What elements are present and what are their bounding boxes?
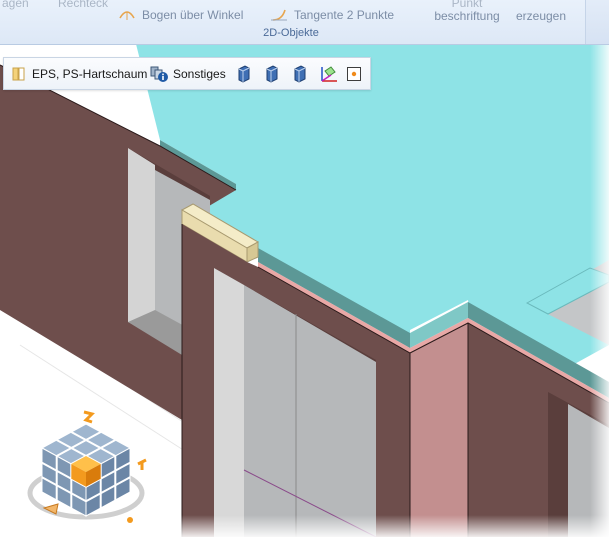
floating-toolbar: EPS, PS-Hartschaum Sonstiges — [3, 57, 371, 90]
ribbon: agen Rechteck Bogen über Winkel Tangente… — [0, 0, 609, 45]
tangent-two-points-button[interactable]: Tangente 2 Punkte — [270, 6, 420, 24]
wall-layer-icon — [238, 64, 250, 83]
ribbon-next-group — [585, 0, 609, 44]
door-reveal — [214, 268, 244, 537]
material-label: EPS, PS-Hartschaum — [32, 66, 148, 81]
material-selector[interactable]: EPS, PS-Hartschaum — [12, 58, 147, 89]
arc-icon — [119, 11, 135, 20]
info-objects-icon — [150, 66, 168, 82]
viewport-edge-fade-right — [590, 40, 609, 537]
layer-button-1[interactable] — [235, 58, 253, 89]
view-cube-home-icon[interactable] — [127, 517, 133, 523]
layer-button-3[interactable] — [291, 58, 309, 89]
material-swatch-icon — [12, 67, 25, 80]
point-snap-icon — [347, 66, 361, 81]
ribbon-fragment-left: agen — [2, 0, 29, 10]
tangent-icon — [271, 9, 287, 21]
layer-button-2[interactable] — [263, 58, 281, 89]
create-button[interactable]: erzeugen — [512, 0, 570, 26]
point-labeling-label-line2: beschriftung — [434, 9, 500, 23]
arc-by-angle-button[interactable]: Bogen über Winkel — [118, 6, 258, 24]
point-labeling-button[interactable]: Punkt beschriftung — [426, 0, 508, 26]
coordinate-plane-icon — [321, 65, 337, 82]
arc-by-angle-label: Bogen über Winkel — [142, 8, 244, 22]
left-window-reveal — [128, 148, 155, 335]
coordinate-plane-button[interactable] — [319, 58, 339, 89]
ribbon-group-title: 2D-Objekte — [263, 27, 319, 39]
corner-wall-pink — [410, 323, 468, 537]
create-label-line2: erzeugen — [515, 9, 567, 23]
point-snap-button[interactable] — [346, 58, 362, 89]
wall-layer-icon-2 — [266, 64, 278, 83]
wall-layer-icon-3 — [294, 64, 306, 83]
misc-button[interactable]: Sonstiges — [149, 58, 226, 89]
misc-label: Sonstiges — [173, 66, 226, 81]
tangent-two-points-label: Tangente 2 Punkte — [294, 8, 395, 22]
ribbon-fragment-rect: Rechteck — [58, 0, 109, 10]
